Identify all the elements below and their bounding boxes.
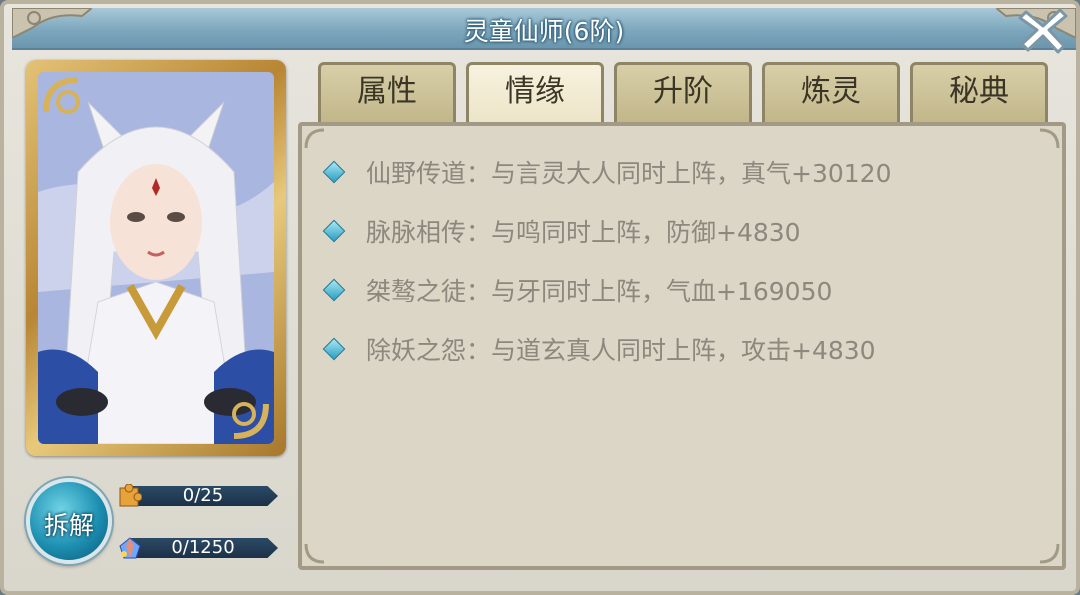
panel-corner-ornament (304, 128, 325, 149)
panel-corner-ornament (1039, 128, 1060, 149)
fate-text: 除妖之怨：与道玄真人同时上阵，攻击+4830 (366, 336, 876, 365)
decompose-label: 拆解 (43, 511, 94, 540)
diamond-bullet-icon (322, 337, 346, 361)
spirit-crystal-count: 0/1250 (171, 537, 235, 558)
diamond-bullet-icon (322, 219, 346, 243)
decompose-button[interactable]: 拆解 (26, 478, 112, 564)
character-portrait (38, 72, 274, 444)
tab-advance[interactable]: 升阶 (614, 62, 752, 122)
panel-corner-ornament (304, 543, 325, 564)
tab-fate[interactable]: 情缘 (466, 62, 604, 126)
tab-attributes[interactable]: 属性 (318, 62, 456, 122)
character-illustration (38, 72, 274, 444)
character-detail-window: 灵童仙师(6阶) 拆解 0/25 0/1250 属性 情缘 升阶 炼灵 秘典 仙… (0, 0, 1080, 595)
panel-corner-ornament (1039, 543, 1060, 564)
character-portrait-frame (26, 60, 286, 456)
fate-panel: 仙野传道：与言灵大人同时上阵，真气+30120 脉脉相传：与鸣同时上阵，防御+4… (298, 122, 1066, 570)
fragment-count: 0/25 (182, 485, 224, 506)
tab-refine[interactable]: 炼灵 (762, 62, 900, 122)
window-title: 灵童仙师(6阶) (463, 17, 625, 46)
diamond-bullet-icon (322, 160, 346, 184)
fate-text: 脉脉相传：与鸣同时上阵，防御+4830 (366, 218, 801, 247)
fragment-counter: 0/25 (118, 484, 284, 508)
diamond-bullet-icon (322, 278, 346, 302)
spirit-crystal-counter: 0/1250 (118, 536, 284, 560)
fate-text: 仙野传道：与言灵大人同时上阵，真气+30120 (366, 159, 892, 188)
close-icon[interactable] (1014, 4, 1072, 54)
tab-secret-manual[interactable]: 秘典 (910, 62, 1048, 122)
title-bar: 灵童仙师(6阶) (12, 8, 1076, 50)
fate-text: 桀骜之徒：与牙同时上阵，气血+169050 (366, 277, 833, 306)
